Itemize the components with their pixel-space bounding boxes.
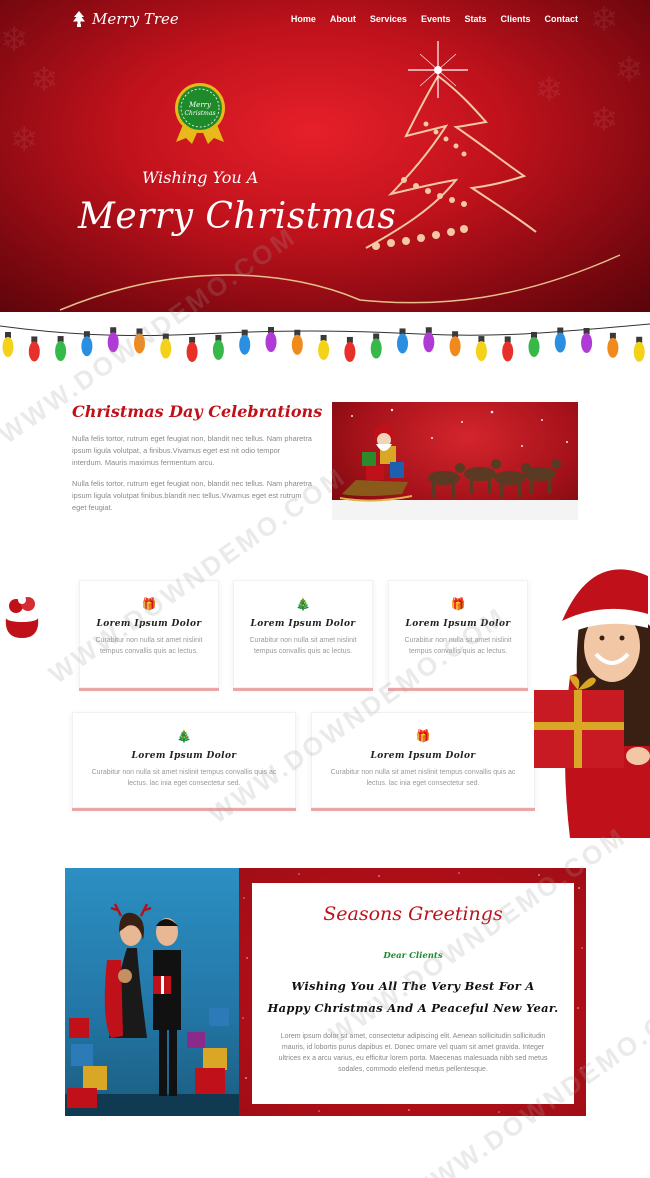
service-title: Lorem Ipsum Dolor	[250, 619, 356, 629]
gift-icon: 🎁	[450, 597, 466, 611]
service-text: Curabitur non nulla sit amet nislinit te…	[91, 769, 277, 787]
light-bulb-icon	[55, 341, 67, 362]
snowflake-icon: ❄	[615, 51, 644, 89]
santa-girl-image	[534, 569, 650, 838]
service-text: Curabitur non nulla sit amet nislinit te…	[404, 637, 512, 655]
light-bulb-icon	[186, 341, 198, 362]
about-paragraph: Nulla felis tortor, rutrum eget feugiat …	[72, 434, 312, 467]
santa-sleigh-image	[332, 402, 578, 520]
service-text: Curabitur non nulla sit amet nislinit te…	[95, 637, 203, 655]
light-bulb-icon	[2, 337, 14, 357]
light-bulb-icon	[28, 341, 40, 362]
string-lights	[0, 323, 650, 362]
light-bulb-icon	[633, 341, 645, 362]
greetings-subtitle: Dear Clients	[383, 951, 443, 961]
service-title: Lorem Ipsum Dolor	[96, 619, 202, 629]
santa-sack-illustration	[5, 596, 39, 638]
greetings-message: Wishing You All The Very Best For A Happ…	[262, 975, 564, 1019]
tree-icon: 🎄	[295, 597, 311, 611]
greetings-line-1: Wishing You All The Very Best For A	[291, 979, 535, 993]
service-card[interactable]: 🎄 Lorem Ipsum Dolor Curabitur non nulla …	[72, 712, 296, 808]
light-bulb-icon	[107, 332, 119, 353]
greetings-card: Seasons Greetings Dear Clients Wishing Y…	[252, 883, 574, 1104]
nav-stats[interactable]: Stats	[464, 14, 486, 24]
light-bulb-icon	[344, 341, 356, 362]
tree-icon	[73, 11, 85, 27]
greetings-title: Seasons Greetings	[323, 903, 503, 925]
top-navigation: Merry Tree Home About Services Events St…	[0, 0, 650, 40]
star-icon	[408, 41, 468, 98]
nav-about[interactable]: About	[330, 14, 356, 24]
light-bulb-icon	[581, 332, 593, 353]
nav-events[interactable]: Events	[421, 14, 451, 24]
nav-contact[interactable]: Contact	[545, 14, 579, 24]
light-bulb-icon	[554, 332, 566, 353]
merry-christmas-badge: Merry Christmas	[175, 83, 225, 144]
light-bulb-icon	[318, 339, 330, 360]
service-title: Lorem Ipsum Dolor	[131, 751, 237, 761]
about-paragraph: Nulla felis tortor, rutrum eget feugiat …	[72, 479, 312, 512]
light-bulb-icon	[423, 332, 435, 353]
service-title: Lorem Ipsum Dolor	[405, 619, 511, 629]
about-title: Christmas Day Celebrations	[72, 402, 323, 421]
greetings-body: Lorem ipsum dolor sit amet, consectetur …	[278, 1033, 548, 1073]
light-bulb-icon	[528, 336, 540, 357]
service-title: Lorem Ipsum Dolor	[370, 751, 476, 761]
greetings-line-2: Happy Christmas And A Peaceful New Year.	[267, 1001, 559, 1015]
badge-text-2: Christmas	[184, 110, 215, 117]
couple-photo	[65, 868, 239, 1116]
service-card[interactable]: 🎁 Lorem Ipsum Dolor Curabitur non nulla …	[79, 580, 219, 688]
brand-logo[interactable]: Merry Tree	[72, 10, 179, 28]
main-menu: Home About Services Events Stats Clients…	[291, 14, 578, 24]
light-bulb-icon	[370, 338, 382, 359]
light-bulb-icon	[291, 334, 303, 355]
light-bulb-icon	[397, 333, 408, 354]
gold-swoosh	[59, 254, 621, 311]
badge-text-1: Merry	[188, 101, 212, 109]
light-bulb-icon	[212, 339, 224, 360]
light-bulb-icon	[81, 336, 93, 357]
service-card[interactable]: 🎁 Lorem Ipsum Dolor Curabitur non nulla …	[388, 580, 528, 688]
nav-home[interactable]: Home	[291, 14, 316, 24]
service-card[interactable]: 🎁 Lorem Ipsum Dolor Curabitur non nulla …	[311, 712, 535, 808]
hero-banner: ❄ ❄ ❄ ❄ ❄ ❄ ❄ Merry Tree Home About Serv…	[0, 0, 650, 312]
light-bulb-icon	[502, 341, 514, 362]
light-bulb-icon	[239, 334, 251, 355]
greetings-panel: Seasons Greetings Dear Clients Wishing Y…	[239, 868, 586, 1116]
service-text: Curabitur non nulla sit amet nislinit te…	[330, 769, 516, 787]
gift-icon: 🎁	[141, 597, 157, 611]
service-card[interactable]: 🎄 Lorem Ipsum Dolor Curabitur non nulla …	[233, 580, 373, 688]
snowflake-icon: ❄	[30, 61, 59, 99]
service-text: Curabitur non nulla sit amet nislinit te…	[249, 637, 357, 655]
brand-name: Merry Tree	[92, 10, 179, 28]
gift-icon: 🎁	[415, 729, 431, 743]
snowflake-icon: ❄	[10, 121, 39, 159]
light-bulb-icon	[265, 332, 277, 353]
light-bulb-icon	[475, 341, 487, 362]
nav-clients[interactable]: Clients	[500, 14, 530, 24]
light-bulb-icon	[160, 338, 172, 359]
tree-icon: 🎄	[176, 729, 192, 743]
nav-services[interactable]: Services	[370, 14, 407, 24]
hero-subtitle: Wishing You A	[142, 168, 259, 187]
light-bulb-icon	[134, 333, 145, 354]
light-bulb-icon	[449, 336, 461, 357]
light-bulb-icon	[607, 337, 619, 358]
